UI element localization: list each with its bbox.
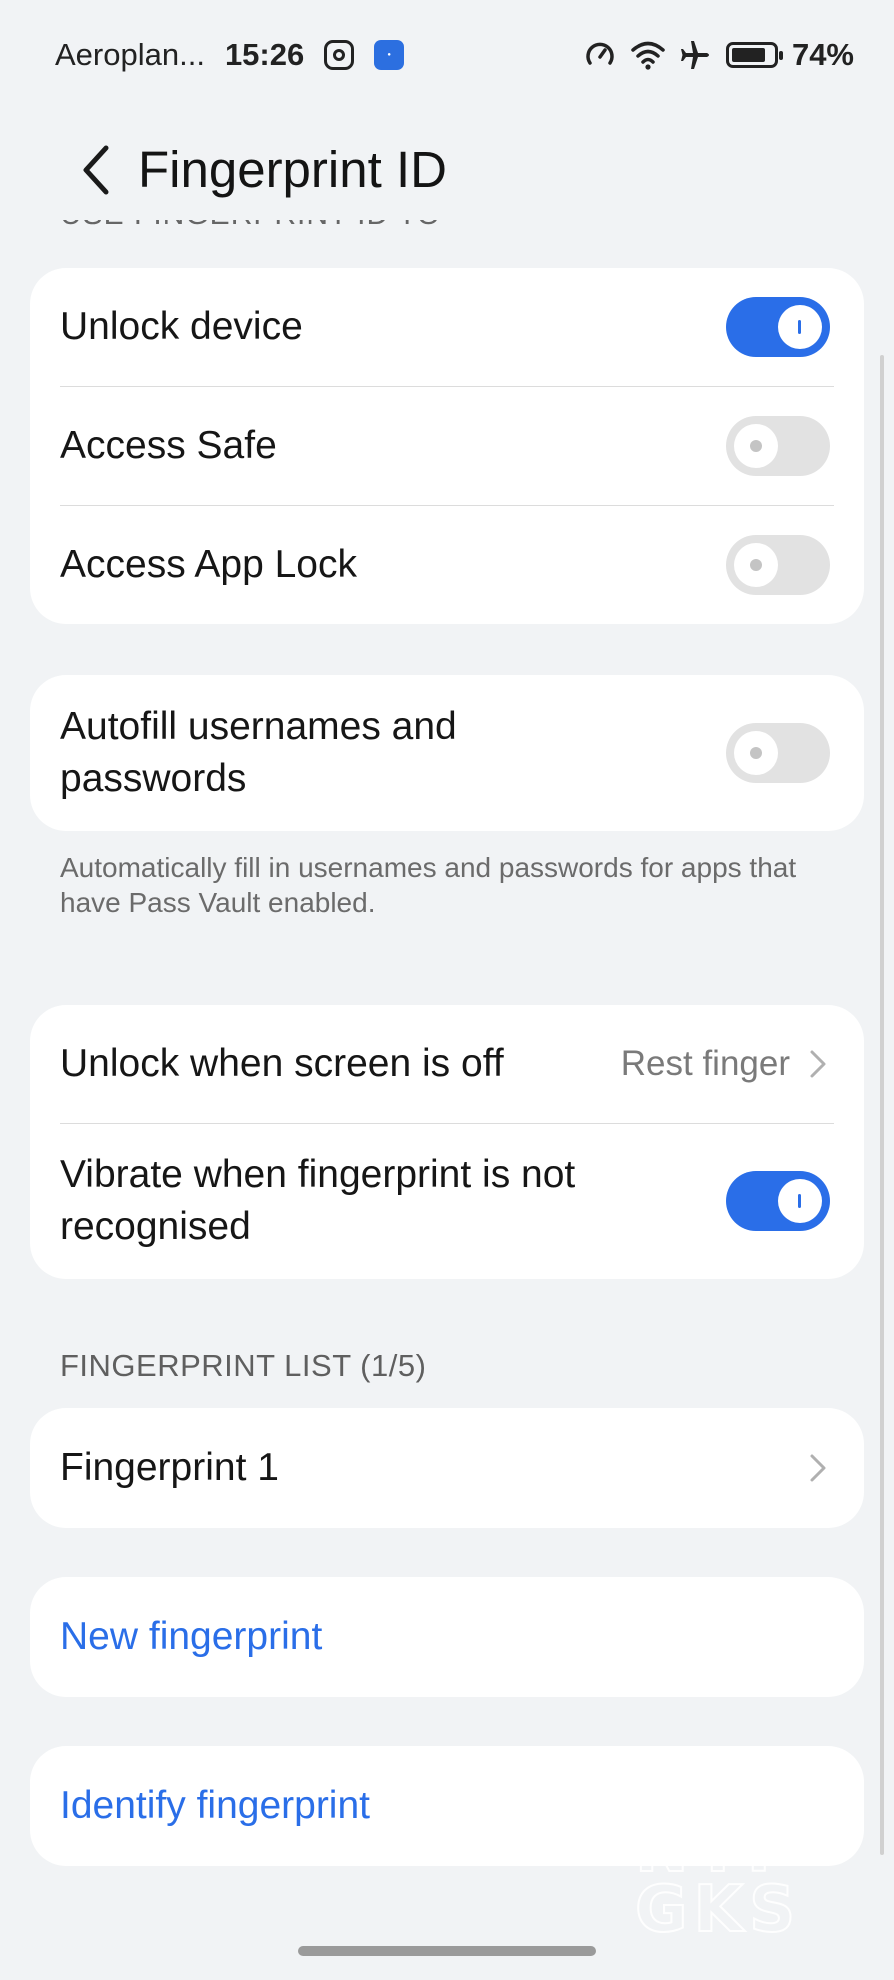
home-indicator[interactable] xyxy=(298,1946,596,1956)
new-fingerprint-label: New fingerprint xyxy=(60,1615,323,1658)
scrollbar[interactable] xyxy=(880,355,884,1855)
page-title: Fingerprint ID xyxy=(138,141,447,198)
row-access-app-lock[interactable]: Access App Lock xyxy=(30,505,864,624)
data-saver-icon xyxy=(586,42,614,65)
unlock-screen-off-value: Rest finger xyxy=(620,1044,790,1083)
access-app-lock-label: Access App Lock xyxy=(60,542,357,586)
watermark-logo: NYP GKS xyxy=(634,1813,802,1947)
status-left: Aeroplan... 15:26 ● xyxy=(55,37,405,73)
new-fingerprint-card: New fingerprint xyxy=(30,1577,864,1697)
unlock-screen-off-value-group: Rest finger xyxy=(621,1044,830,1084)
clock: 15:26 xyxy=(224,37,305,72)
section-label-use-for: USE FINGERPRINT ID TO xyxy=(60,220,480,240)
autofill-card: Autofill usernames and passwords xyxy=(30,675,864,831)
fingerprint-1-label: Fingerprint 1 xyxy=(60,1446,279,1489)
honor-app-icon: ● xyxy=(374,40,405,70)
use-for-card: Unlock device Access Safe Access App Loc… xyxy=(30,268,864,624)
new-fingerprint-button[interactable]: New fingerprint xyxy=(30,1577,864,1697)
autofill-label: Autofill usernames and passwords xyxy=(60,705,457,800)
instagram-icon xyxy=(324,40,355,70)
fingerprint-list-card: Fingerprint 1 xyxy=(30,1408,864,1528)
airplane-mode-icon xyxy=(680,41,709,69)
battery-percent: 74% xyxy=(791,37,854,72)
battery-icon xyxy=(725,42,783,68)
carrier-text: Aeroplan... xyxy=(55,37,205,72)
row-unlock-screen-off[interactable]: Unlock when screen is off Rest finger xyxy=(30,1005,864,1123)
chevron-right-icon xyxy=(810,1454,826,1482)
fingerprint-list-header: FINGERPRINT LIST (1/5) xyxy=(60,1348,427,1383)
autofill-description: Automatically fill in usernames and pass… xyxy=(60,852,797,918)
vibrate-label: Vibrate when fingerprint is not recognis… xyxy=(60,1153,576,1248)
app-header: Fingerprint ID xyxy=(0,120,894,220)
row-access-safe[interactable]: Access Safe xyxy=(30,386,864,505)
access-safe-label: Access Safe xyxy=(60,423,277,467)
access-app-lock-toggle[interactable] xyxy=(726,534,830,595)
back-button[interactable] xyxy=(68,142,124,198)
unlock-device-label: Unlock device xyxy=(60,305,303,348)
status-bar: Aeroplan... 15:26 ● 74% xyxy=(0,0,894,110)
vibrate-toggle[interactable] xyxy=(726,1171,830,1231)
chevron-right-icon xyxy=(810,1050,826,1078)
back-arrow-icon xyxy=(83,145,109,195)
row-vibrate[interactable]: Vibrate when fingerprint is not recognis… xyxy=(30,1123,864,1279)
autofill-toggle[interactable] xyxy=(726,723,830,783)
row-unlock-device[interactable]: Unlock device xyxy=(30,268,864,386)
list-item-fingerprint-1[interactable]: Fingerprint 1 xyxy=(30,1408,864,1528)
behavior-card: Unlock when screen is off Rest finger Vi… xyxy=(30,1005,864,1279)
access-safe-toggle[interactable] xyxy=(726,415,830,476)
unlock-screen-off-label: Unlock when screen is off xyxy=(60,1042,504,1085)
wifi-icon xyxy=(631,41,665,70)
row-autofill[interactable]: Autofill usernames and passwords xyxy=(30,675,864,831)
identify-fingerprint-label: Identify fingerprint xyxy=(60,1784,371,1827)
unlock-device-toggle[interactable] xyxy=(726,297,830,357)
status-right: 74% xyxy=(584,37,854,73)
